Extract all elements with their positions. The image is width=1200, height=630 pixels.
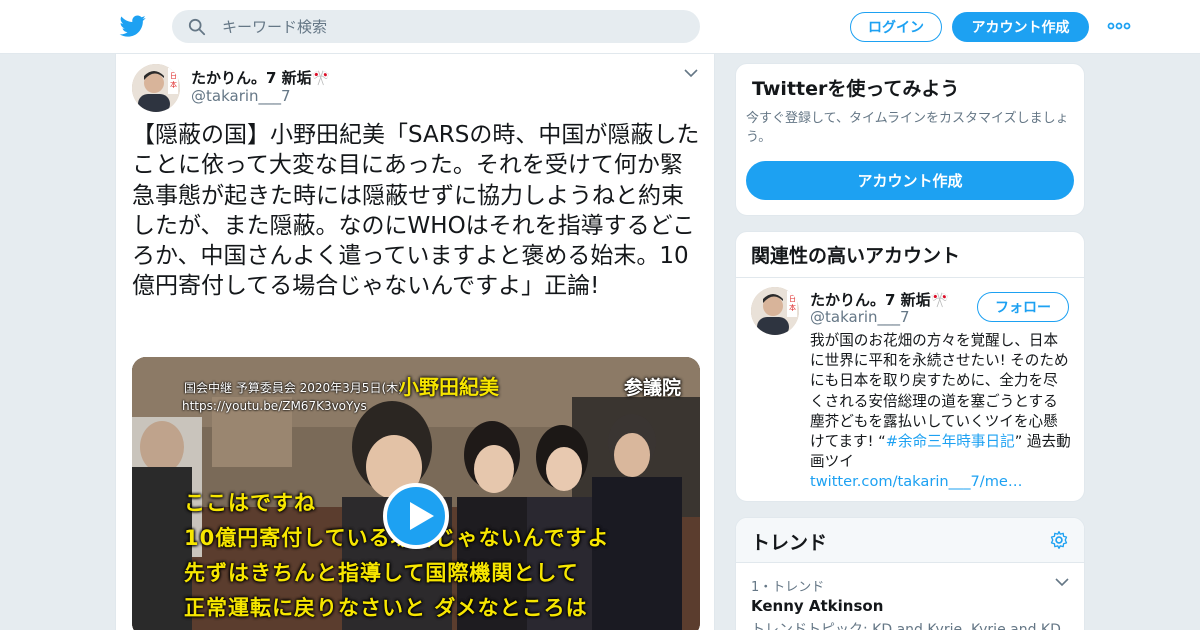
trend-meta: 1・トレンド — [751, 580, 825, 595]
video-caption-url: https://youtu.be/ZM67K3voYys — [182, 399, 367, 413]
avatar[interactable]: 日 本 — [751, 287, 799, 335]
svg-text:本: 本 — [789, 303, 796, 312]
signup-panel-button[interactable]: アカウント作成 — [746, 161, 1074, 200]
search-box[interactable] — [172, 10, 700, 43]
search-icon — [188, 18, 206, 36]
chevron-down-icon[interactable] — [684, 68, 698, 78]
related-accounts-panel: 関連性の高いアカウント 日 本 たかりん。7 新垢🎌 @takarin___7 … — [735, 231, 1085, 502]
account-handle[interactable]: @takarin___7 — [810, 308, 910, 326]
follow-button[interactable]: フォロー — [977, 292, 1069, 322]
trends-title: トレンド — [751, 532, 828, 554]
tweet-card: 日 本 たかりん。7 新垢🎌 @takarin___7 【隠蔽の国】小野田紀美「… — [115, 54, 715, 630]
video-subtitle-line: ここはですね — [184, 491, 316, 515]
search-input[interactable] — [222, 10, 682, 43]
trend-topic: トレンドトピック: KD and Kyrie, Kyrie and KD — [751, 622, 1061, 630]
bio-hashtag-link[interactable]: #余命三年時事日記 — [886, 433, 1015, 450]
more-options-icon[interactable] — [1107, 18, 1131, 34]
signup-panel-description: 今すぐ登録して、タイムラインをカスタマイズしましょう。 — [746, 111, 1069, 145]
divider — [736, 277, 1084, 278]
play-icon — [410, 502, 434, 530]
twitter-bird-icon[interactable] — [119, 13, 147, 39]
signup-panel-title: Twitterを使ってみよう — [752, 78, 960, 100]
video-player[interactable]: 国会中継 予算委員会 2020年3月5日(木) https://youtu.be… — [132, 357, 700, 630]
video-subtitle-line: 先ずはきちんと指導して国際機関として — [184, 561, 579, 585]
trends-panel: トレンド 1・トレンド Kenny Atkinson トレンドトピック: KD … — [735, 517, 1085, 630]
avatar[interactable]: 日 本 — [132, 64, 180, 112]
bio-url-link[interactable]: twitter.com/takarin___7/me… — [810, 473, 1023, 490]
video-subtitle-line: 正常運転に戻りなさいと ダメなところは — [184, 596, 588, 620]
svg-text:日: 日 — [789, 295, 796, 303]
video-caption-house: 参議院 — [624, 377, 682, 399]
gear-icon[interactable] — [1049, 530, 1069, 550]
play-button[interactable] — [383, 483, 449, 549]
tweet-text: 【隠蔽の国】小野田紀美「SARSの時、中国が隠蔽したことに依って大変な目にあった… — [132, 122, 700, 300]
tweet-author-name[interactable]: たかりん。7 新垢🎌 — [191, 67, 330, 88]
video-caption-speaker: 小野田紀美 — [399, 375, 499, 399]
login-button[interactable]: ログイン — [850, 12, 942, 42]
trends-header: トレンド — [736, 518, 1084, 563]
signup-panel: Twitterを使ってみよう 今すぐ登録して、タイムラインをカスタマイズしましょ… — [735, 63, 1085, 216]
svg-text:本: 本 — [170, 80, 177, 89]
chevron-down-icon[interactable] — [1055, 577, 1069, 587]
account-bio: 我が国のお花畑の方々を覚醒し、日本に世界に平和を永続させたい! そのためにも日本… — [810, 331, 1072, 493]
tweet-author-handle[interactable]: @takarin___7 — [191, 87, 291, 105]
top-navigation-bar: ログイン アカウント作成 — [0, 0, 1200, 54]
account-name[interactable]: たかりん。7 新垢🎌 — [810, 289, 949, 310]
signup-button[interactable]: アカウント作成 — [952, 12, 1089, 42]
video-caption-program: 国会中継 予算委員会 2020年3月5日(木) — [184, 381, 403, 395]
related-accounts-title: 関連性の高いアカウント — [751, 245, 961, 267]
svg-text:日: 日 — [170, 72, 177, 80]
trend-item[interactable]: Kenny Atkinson — [751, 597, 883, 615]
